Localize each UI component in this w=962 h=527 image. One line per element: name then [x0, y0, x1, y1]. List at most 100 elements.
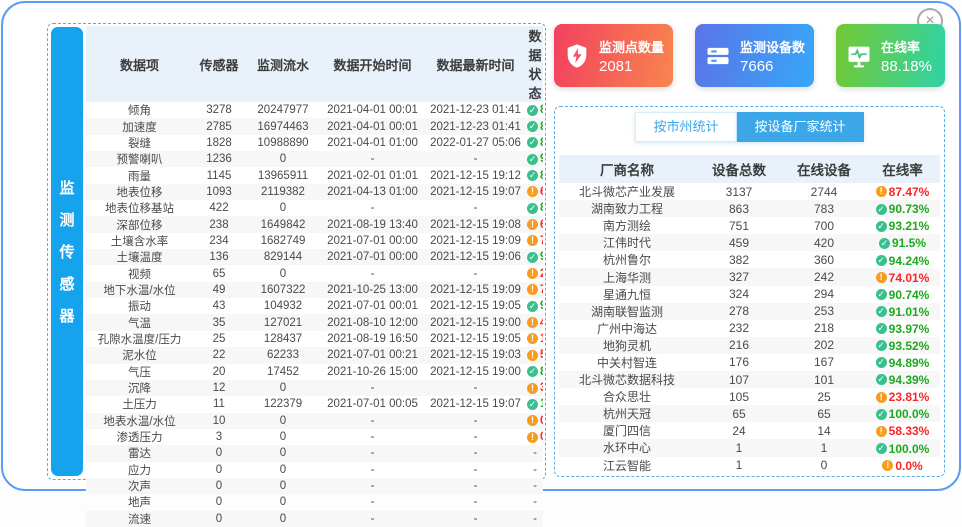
- cell-flow: 20247977: [245, 102, 321, 118]
- check-circle-icon: ✓: [527, 203, 538, 214]
- vendor-table: 厂商名称设备总数在线设备在线率北斗微芯产业发展31372744!87.47%湖南…: [559, 155, 940, 474]
- check-circle-icon: ✓: [527, 154, 538, 165]
- status-percent: 60.08%: [540, 219, 543, 231]
- cell-online: 101: [783, 371, 865, 388]
- cell-flow: 829144: [245, 249, 321, 265]
- cell-item: 倾角: [86, 102, 193, 118]
- sensor-row: 地表位移109321193822021-04-13 01:002021-12-1…: [86, 184, 543, 200]
- cell-sensors: 1236: [193, 151, 245, 167]
- side-label-char: 器: [59, 305, 74, 326]
- cell-status: ✓86.26%: [527, 200, 543, 216]
- status-percent: 0.0%: [895, 458, 922, 472]
- cell-sensors: 20: [193, 364, 245, 380]
- cell-status: ✓93.45%: [527, 151, 543, 167]
- check-circle-icon: ✓: [876, 340, 887, 351]
- cell-latest: -: [424, 462, 527, 478]
- cell-start: -: [321, 511, 424, 527]
- cell-sensors: 3: [193, 429, 245, 445]
- column-header: 在线率: [865, 155, 940, 183]
- check-circle-icon: ✓: [876, 323, 887, 334]
- cell-status: ✓91.01%: [865, 303, 940, 320]
- check-circle-icon: ✓: [527, 121, 538, 132]
- cell-status: ✓100.0%: [865, 439, 940, 456]
- cell-status: !59.09%: [527, 347, 543, 363]
- cell-start: 2021-07-01 00:21: [321, 347, 424, 363]
- cell-flow: 0: [245, 445, 321, 461]
- cell-item: 流速: [86, 511, 193, 527]
- monitor-pulse-icon: [845, 42, 873, 70]
- cell-start: -: [321, 265, 424, 281]
- cell-status: ✓94.39%: [865, 371, 940, 388]
- status-percent: 87.47%: [540, 121, 543, 133]
- status-percent: 74.01%: [889, 270, 930, 284]
- warn-circle-icon: !: [527, 268, 538, 279]
- cell-start: 2021-04-01 00:01: [321, 102, 424, 118]
- cell-sensors: 12: [193, 380, 245, 396]
- cell-online: 700: [783, 217, 865, 234]
- cell-start: 2021-08-10 12:00: [321, 314, 424, 330]
- column-header: 设备总数: [695, 155, 783, 183]
- tab-by-city[interactable]: 按市州统计: [635, 112, 736, 142]
- cell-status: !60.08%: [527, 216, 543, 232]
- sensor-table: 数据项传感器监测流水数据开始时间数据最新时间数据状态倾角327820247977…: [86, 26, 543, 527]
- cell-sensors: 0: [193, 494, 245, 510]
- cell-name: 地狗灵机: [559, 337, 695, 354]
- check-circle-icon: ✓: [527, 137, 538, 148]
- cell-online: 2744: [783, 183, 865, 200]
- status-percent: 86.26%: [540, 202, 543, 214]
- warn-circle-icon: !: [527, 383, 538, 394]
- cell-status: !70.09%: [527, 233, 543, 249]
- cell-sensors: 1145: [193, 167, 245, 183]
- check-circle-icon: ✓: [876, 357, 887, 368]
- cell-name: 水环中心: [559, 439, 695, 456]
- sensor-row: 沉降120--!33.33%: [86, 380, 543, 396]
- cell-latest: 2021-12-15 19:07: [424, 396, 527, 412]
- column-header: 在线设备: [783, 155, 865, 183]
- cell-online: 783: [783, 200, 865, 217]
- column-header: 数据开始时间: [321, 26, 424, 102]
- cell-sensors: 136: [193, 249, 245, 265]
- cell-status: -: [527, 462, 543, 478]
- cell-latest: 2021-12-15 19:09: [424, 233, 527, 249]
- column-header: 厂商名称: [559, 155, 695, 183]
- status-percent: 91.01%: [889, 305, 930, 319]
- cell-sensors: 11: [193, 396, 245, 412]
- tab-by-manufacturer[interactable]: 按设备厂家统计: [737, 112, 864, 142]
- status-percent: 23.81%: [889, 390, 930, 404]
- warn-circle-icon: !: [527, 317, 538, 328]
- cell-flow: 62233: [245, 347, 321, 363]
- status-percent: 90.74%: [889, 288, 930, 302]
- column-header: 传感器: [193, 26, 245, 102]
- cell-start: 2021-10-26 15:00: [321, 364, 424, 380]
- cell-total: 863: [695, 200, 783, 217]
- cell-flow: 0: [245, 151, 321, 167]
- vendor-row: 北斗微芯数据科技107101✓94.39%: [559, 371, 940, 388]
- status-percent: 85.18%: [540, 137, 543, 149]
- sensor-row: 雷达00---: [86, 445, 543, 461]
- cell-latest: 2021-12-15 19:07: [424, 184, 527, 200]
- check-circle-icon: ✓: [876, 204, 887, 215]
- stat-card-device-count: 监测设备数 7666: [695, 24, 814, 87]
- status-percent: 80.0%: [540, 366, 543, 378]
- cell-sensors: 1828: [193, 135, 245, 151]
- cell-flow: 0: [245, 265, 321, 281]
- cell-status: !23.81%: [865, 388, 940, 405]
- cell-status: !33.33%: [527, 380, 543, 396]
- cell-latest: 2021-12-15 19:05: [424, 331, 527, 347]
- cell-status: ✓80.0%: [527, 364, 543, 380]
- cell-item: 地表位移: [86, 184, 193, 200]
- cell-start: 2021-07-01 00:05: [321, 396, 424, 412]
- vendor-row: 星通九恒324294✓90.74%: [559, 286, 940, 303]
- cell-start: -: [321, 413, 424, 429]
- cell-flow: 10988890: [245, 135, 321, 151]
- cell-flow: 127021: [245, 314, 321, 330]
- cell-item: 土压力: [86, 396, 193, 412]
- cell-flow: 1649842: [245, 216, 321, 232]
- cell-latest: 2021-12-15 19:06: [424, 249, 527, 265]
- cell-online: 253: [783, 303, 865, 320]
- cell-latest: 2021-12-15 19:00: [424, 314, 527, 330]
- cell-total: 324: [695, 286, 783, 303]
- column-header: 数据状态: [527, 26, 543, 102]
- cell-name: 中关村智连: [559, 354, 695, 371]
- cell-status: ✓90.73%: [865, 200, 940, 217]
